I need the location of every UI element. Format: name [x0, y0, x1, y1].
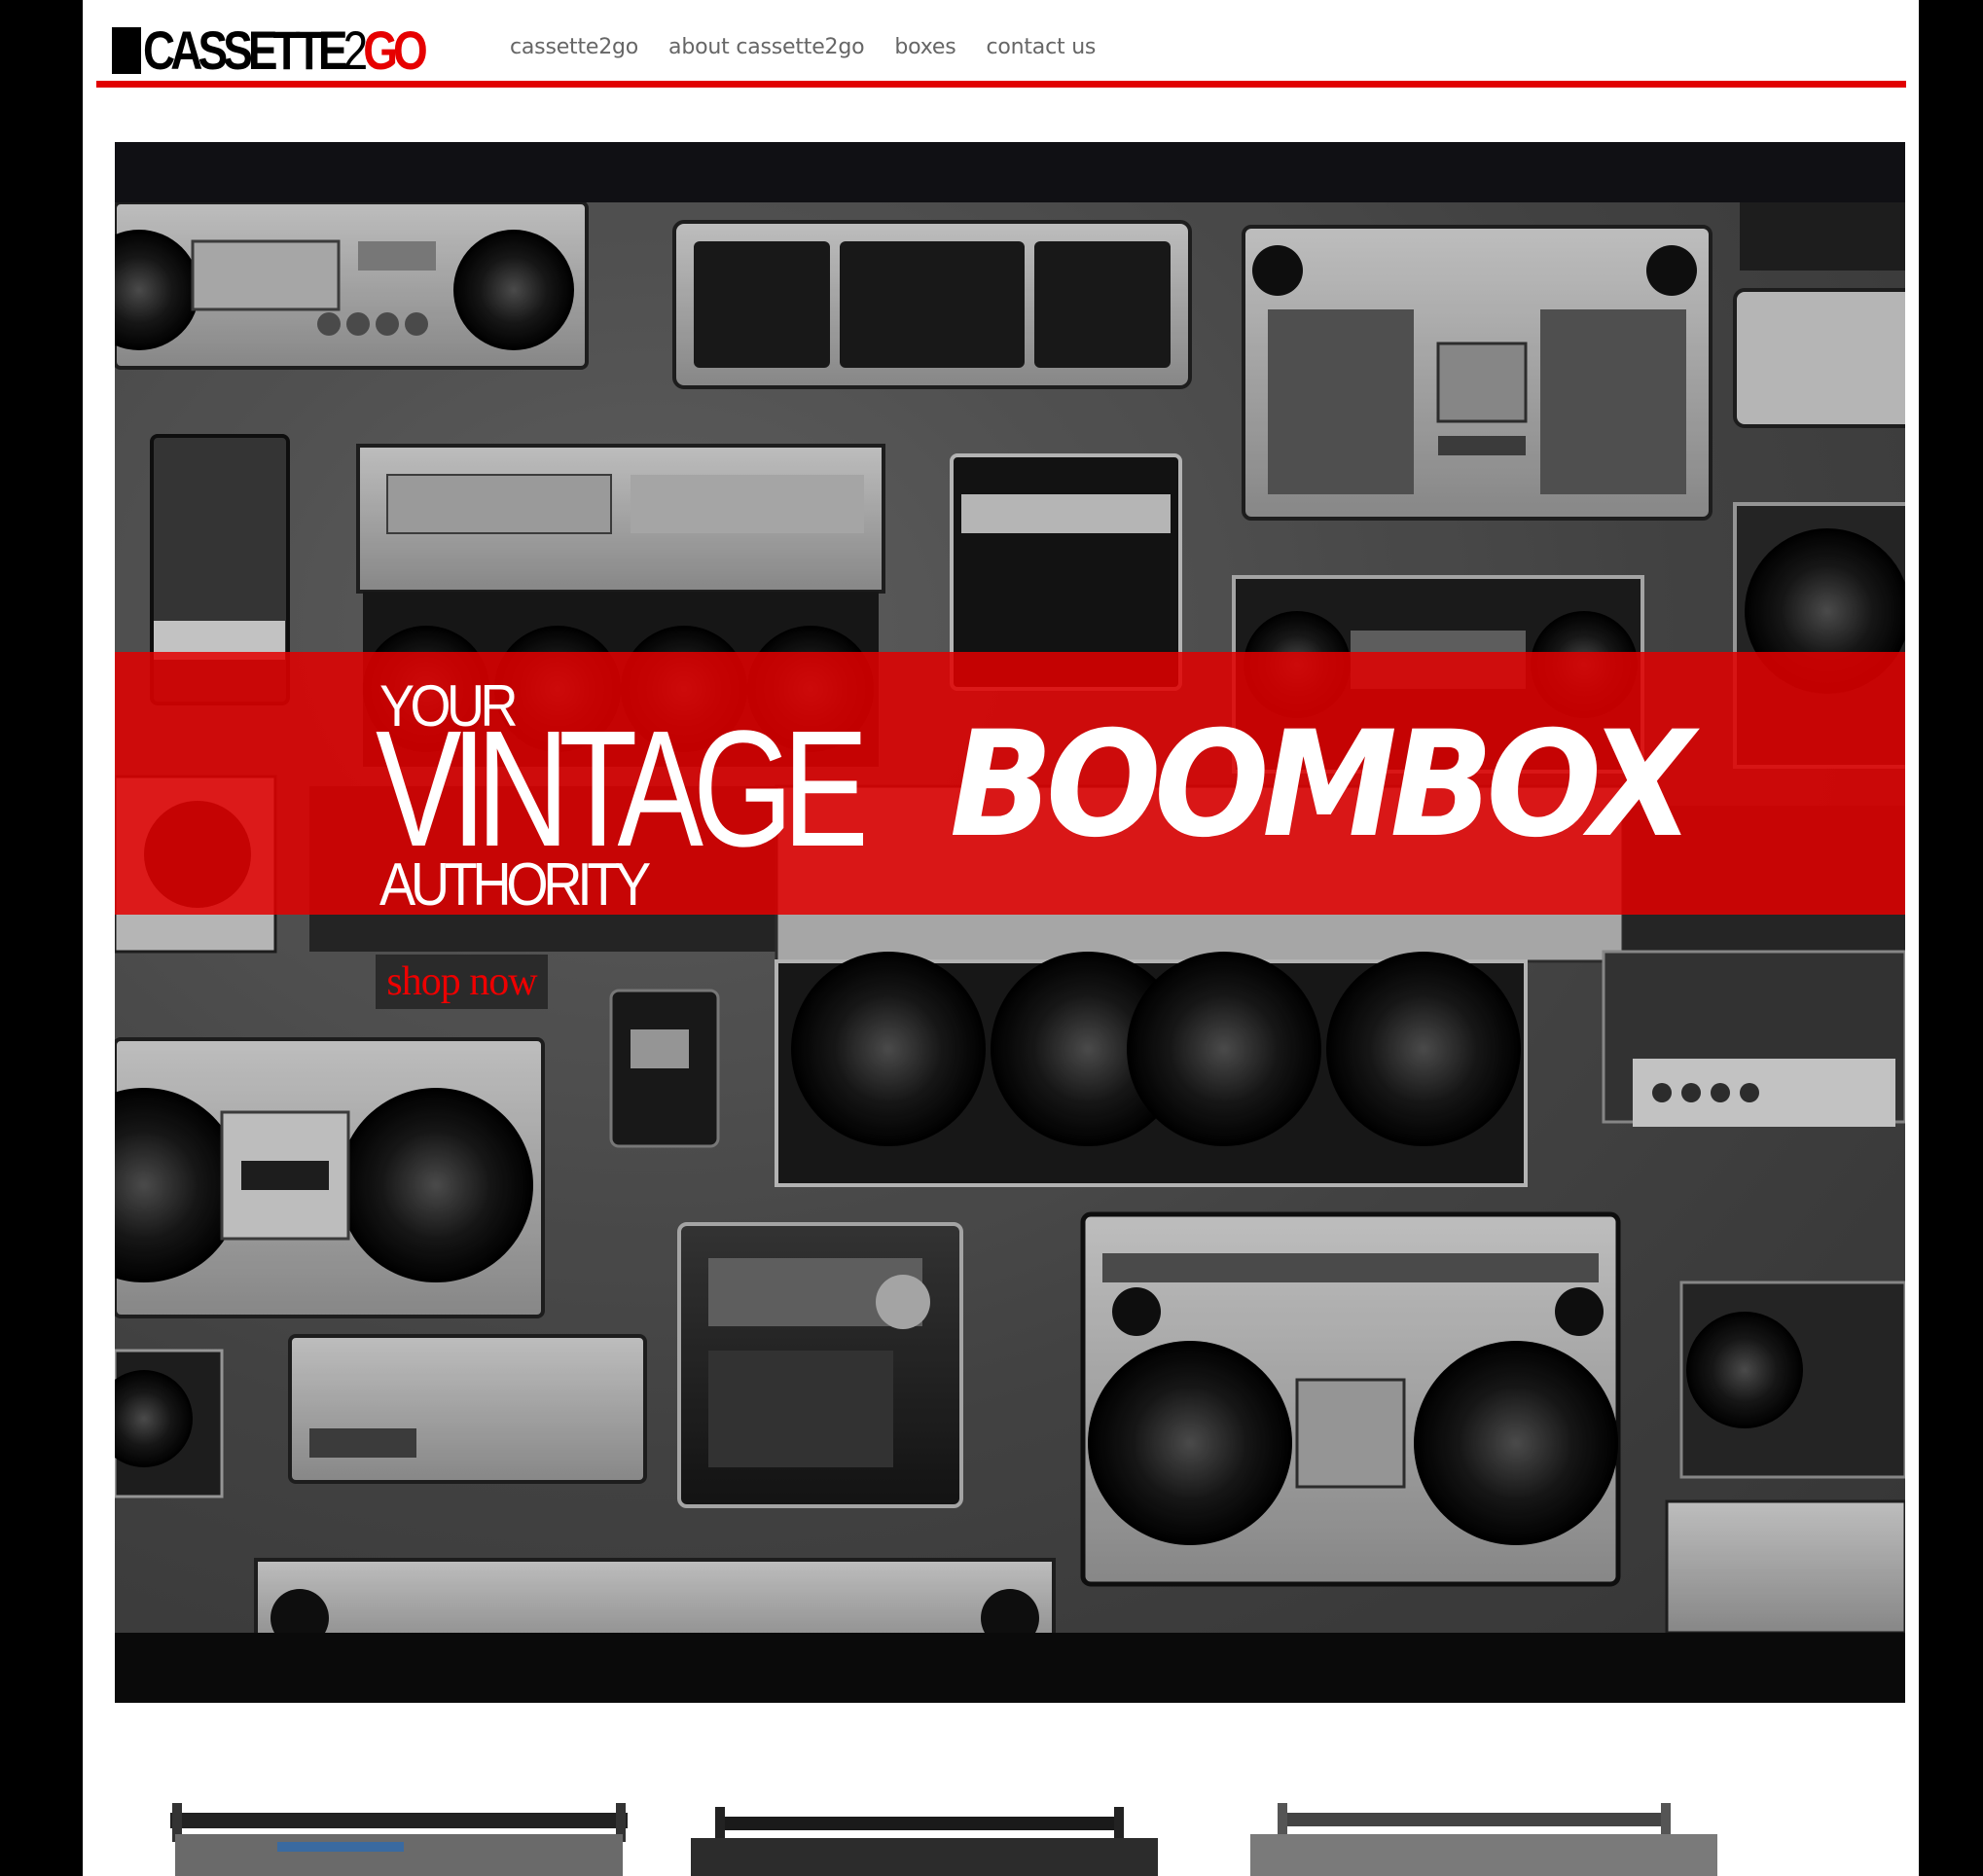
hero-tagline-vintage: VINTAGE: [376, 697, 869, 882]
hero-letterbox-top: [115, 142, 1905, 202]
product-thumbnail-2: [691, 1807, 1158, 1876]
product-thumbnail-3: [1250, 1803, 1717, 1876]
logo-wordmark: CASSETTE 2 GO: [143, 19, 428, 81]
product-thumbnails-row: [83, 1795, 1919, 1876]
nav-link-contact[interactable]: contact us: [986, 35, 1096, 59]
page: CASSETTE 2 GO cassette2go about cassette2g…: [83, 0, 1919, 1876]
hero-letterbox-bottom: [115, 1633, 1905, 1703]
product-thumbnails-illustration: [170, 1803, 1717, 1876]
shop-now-button[interactable]: shop now: [376, 955, 548, 1009]
product-thumbnail-1: [170, 1803, 628, 1876]
logo-two-text: 2: [343, 19, 369, 81]
hero-tagline-boombox: BOOMBOX: [950, 701, 1694, 870]
nav-link-about[interactable]: about cassette2go: [668, 35, 865, 59]
logo-go-text: GO: [363, 19, 428, 81]
site-logo[interactable]: CASSETTE 2 GO: [112, 19, 485, 81]
nav-link-home[interactable]: cassette2go: [510, 35, 638, 59]
header-divider: [96, 81, 1906, 88]
hero-banner[interactable]: YOUR VINTAGE BOOMBOX AUTHORITY shop now: [115, 142, 1905, 1703]
nav-link-boxes[interactable]: boxes: [894, 35, 955, 59]
logo-mark: [112, 27, 141, 74]
hero-tagline-authority: AUTHORITY: [379, 851, 651, 919]
main-nav: cassette2go about cassette2go boxes cont…: [510, 35, 1096, 59]
site-header: CASSETTE 2 GO cassette2go about cassette2g…: [96, 0, 1906, 89]
logo-main-text: CASSETTE: [143, 19, 347, 81]
